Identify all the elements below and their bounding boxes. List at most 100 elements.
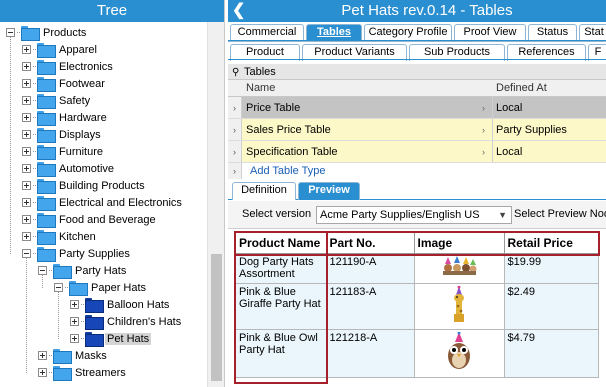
tab-commercial[interactable]: Commercial — [230, 24, 304, 41]
tree-node-label[interactable]: Party Supplies — [57, 248, 132, 260]
tree-node[interactable]: Party Hats — [38, 262, 128, 279]
tree-node-label[interactable]: Displays — [57, 129, 103, 141]
tree-node[interactable]: Pet Hats — [70, 330, 152, 347]
tree-node[interactable]: Kitchen — [22, 228, 98, 245]
col-header-name[interactable]: Name — [246, 80, 275, 97]
table-row[interactable]: › Sales Price Table › Party Supplies — [228, 119, 606, 141]
tab-proof-view[interactable]: Proof View — [454, 24, 526, 41]
expand-icon[interactable] — [22, 181, 31, 190]
tree-node-label[interactable]: Food and Beverage — [57, 214, 158, 226]
add-table-type-link[interactable]: › Add Table Type — [228, 163, 606, 179]
tree-node-label[interactable]: Footwear — [57, 78, 107, 90]
collapse-icon[interactable] — [38, 266, 47, 275]
tree-node[interactable]: Apparel — [22, 41, 99, 58]
expand-icon[interactable] — [22, 45, 31, 54]
tab-product[interactable]: Product — [230, 44, 300, 61]
tab-label: Status — [536, 26, 569, 38]
expand-icon[interactable] — [22, 215, 31, 224]
table-row[interactable]: › Price Table › Local — [228, 97, 606, 119]
tree-node[interactable]: Party Supplies — [22, 245, 132, 262]
expand-icon[interactable] — [22, 79, 31, 88]
expand-icon[interactable] — [38, 351, 47, 360]
tab-category-profile[interactable]: Category Profile — [364, 24, 452, 41]
table-name-cell: Sales Price Table — [246, 124, 331, 136]
expand-icon[interactable] — [70, 317, 79, 326]
subtabs-row: Definition Preview — [228, 181, 606, 200]
tree-node[interactable]: Displays — [22, 126, 103, 143]
tree-node[interactable]: Streamers — [38, 364, 128, 381]
expand-icon[interactable] — [22, 113, 31, 122]
collapse-icon[interactable] — [6, 28, 15, 37]
collapse-icon[interactable] — [22, 249, 31, 258]
tree-node-label[interactable]: Kitchen — [57, 231, 98, 243]
tree-node-label[interactable]: Balloon Hats — [105, 299, 171, 311]
tab-tables[interactable]: Tables — [306, 24, 362, 41]
tab-f[interactable]: F — [588, 44, 606, 61]
tree-node-label[interactable]: Pet Hats — [105, 332, 152, 345]
table-row[interactable]: › Specification Table › Local — [228, 141, 606, 163]
row-expand-icon[interactable]: › — [228, 119, 242, 140]
tables-section: ⚲ Tables Name Defined At › Price Table › Loc… — [228, 64, 606, 179]
expand-icon[interactable] — [22, 198, 31, 207]
tree-node[interactable]: Paper Hats — [54, 279, 148, 296]
tree-node-label[interactable]: Masks — [73, 350, 109, 362]
chevron-right-icon[interactable]: › — [482, 97, 485, 119]
tree-node-label[interactable]: Furniture — [57, 146, 105, 158]
tree-node[interactable]: Automotive — [22, 160, 116, 177]
tree-node-label[interactable]: Apparel — [57, 44, 99, 56]
tree-node[interactable]: Children's Hats — [70, 313, 183, 330]
tab-status[interactable]: Status — [528, 24, 577, 41]
tree-node-label[interactable]: Hardware — [57, 112, 109, 124]
collapse-icon[interactable] — [54, 283, 63, 292]
tab-stat[interactable]: Stat — [579, 24, 606, 41]
tree-node-label[interactable]: Safety — [57, 95, 92, 107]
tree-node-label[interactable]: Paper Hats — [89, 282, 148, 294]
expand-icon[interactable] — [38, 368, 47, 377]
tree-node-label[interactable]: Products — [41, 27, 88, 39]
version-select[interactable]: Acme Party Supplies/English US ▼ — [316, 206, 512, 224]
tree-node[interactable]: Safety — [22, 92, 92, 109]
tab-sub-products[interactable]: Sub Products — [409, 44, 505, 61]
tree-branch-line — [33, 253, 36, 254]
tab-references[interactable]: References — [507, 44, 586, 61]
expand-icon[interactable] — [22, 96, 31, 105]
chevron-down-icon[interactable]: ▼ — [498, 207, 507, 223]
tree-node[interactable]: Electronics — [22, 58, 115, 75]
expand-icon[interactable] — [70, 300, 79, 309]
subtab-preview[interactable]: Preview — [298, 182, 360, 200]
subtab-definition[interactable]: Definition — [232, 182, 296, 200]
tree-node-label[interactable]: Building Products — [57, 180, 147, 192]
expand-icon[interactable] — [22, 232, 31, 241]
tree-node[interactable]: Masks — [38, 347, 109, 364]
tab-label: Tables — [316, 26, 352, 38]
tree-node-label[interactable]: Electronics — [57, 61, 115, 73]
pin-icon[interactable]: ⚲ — [232, 65, 241, 81]
row-expand-icon[interactable]: › — [228, 141, 242, 162]
tree-node-label[interactable]: Party Hats — [73, 265, 128, 277]
expand-icon[interactable] — [22, 147, 31, 156]
tree-node[interactable]: Food and Beverage — [22, 211, 158, 228]
expand-icon[interactable] — [22, 62, 31, 71]
tree-node[interactable]: Products — [6, 24, 88, 41]
expand-icon[interactable] — [70, 334, 79, 343]
tree-node[interactable]: Building Products — [22, 177, 147, 194]
expand-icon[interactable] — [22, 130, 31, 139]
tree-node[interactable]: Electrical and Electronics — [22, 194, 184, 211]
tree-scrollbar[interactable] — [207, 22, 224, 387]
tree-scrollbar-thumb[interactable] — [211, 254, 222, 381]
tree-node-label[interactable]: Children's Hats — [105, 316, 183, 328]
row-expand-icon[interactable]: › — [228, 97, 242, 118]
col-header-defined-at[interactable]: Defined At — [496, 80, 547, 97]
tree-node-label[interactable]: Streamers — [73, 367, 128, 379]
chevron-right-icon[interactable]: › — [482, 119, 485, 141]
tree-node-label[interactable]: Electrical and Electronics — [57, 197, 184, 209]
tab-product-variants[interactable]: Product Variants — [302, 44, 407, 61]
tree-node[interactable]: Balloon Hats — [70, 296, 171, 313]
expand-icon[interactable] — [22, 164, 31, 173]
add-table-type-label[interactable]: Add Table Type — [250, 165, 325, 177]
tree-node[interactable]: Hardware — [22, 109, 109, 126]
tree-node[interactable]: Footwear — [22, 75, 107, 92]
tree-node[interactable]: Furniture — [22, 143, 105, 160]
chevron-right-icon[interactable]: › — [482, 141, 485, 163]
tree-node-label[interactable]: Automotive — [57, 163, 116, 175]
